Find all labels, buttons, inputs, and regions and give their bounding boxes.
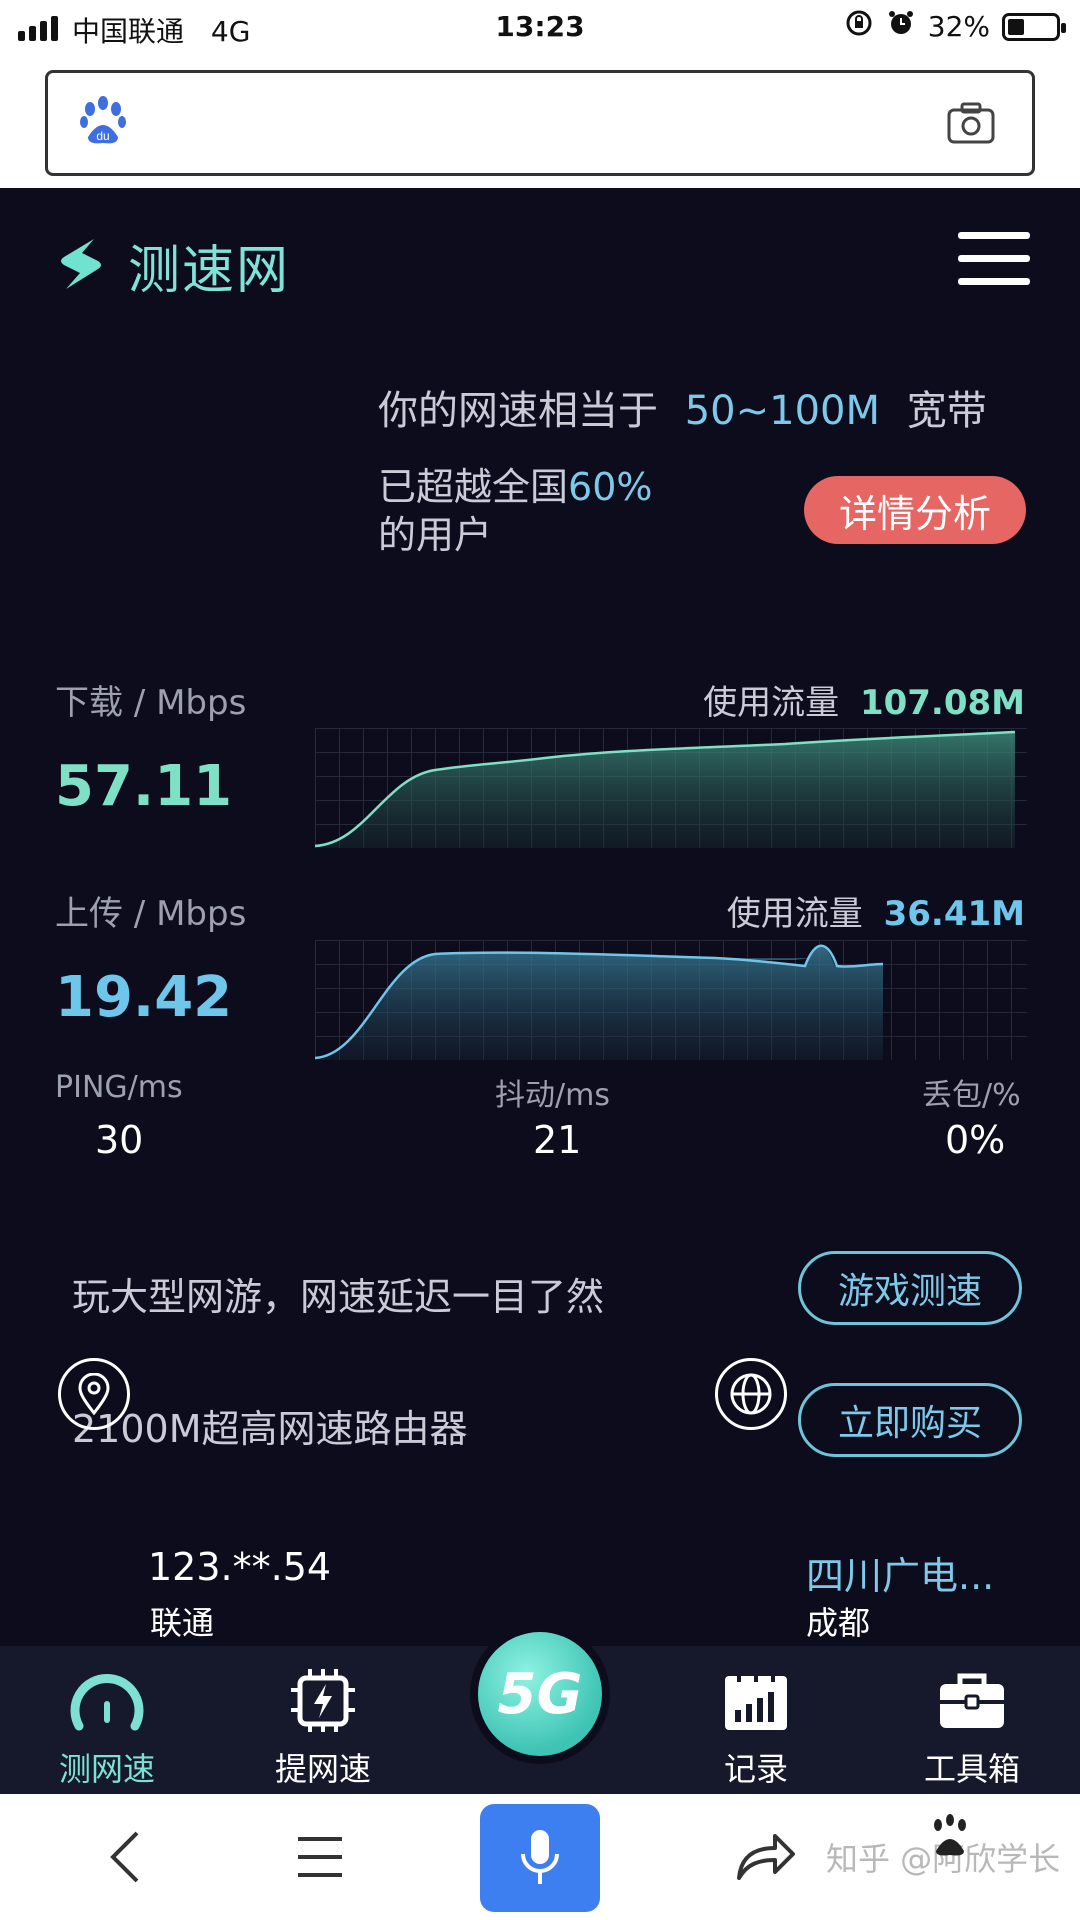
upload-value: 19.42 xyxy=(55,965,233,1030)
download-usage-value: 107.08M xyxy=(859,683,1025,723)
tab-speedtest[interactable]: 测网速 xyxy=(37,1666,177,1790)
paw-icon xyxy=(934,1814,966,1856)
beyond-value: 60% xyxy=(568,465,653,509)
microphone-icon xyxy=(521,1830,559,1884)
beyond-suffix: 的用户 xyxy=(378,513,493,557)
share-arrow-icon xyxy=(737,1834,795,1880)
beyond-stats: 已超越全国60% 的用户 xyxy=(378,463,652,559)
provider-name: 四川广电... xyxy=(806,1554,995,1598)
ip-address: 123.**.54 xyxy=(148,1545,332,1589)
calendar-chart-icon xyxy=(725,1670,787,1730)
download-speed-chart xyxy=(315,728,1027,848)
status-right: 32% xyxy=(844,8,1066,45)
globe-icon xyxy=(715,1358,787,1430)
buy-now-button[interactable]: 立即购买 xyxy=(798,1383,1022,1457)
baidu-paw-icon[interactable]: du xyxy=(78,95,128,151)
voice-search-button[interactable] xyxy=(480,1804,600,1912)
toolbox-icon xyxy=(940,1673,1004,1728)
game-speedtest-button[interactable]: 游戏测速 xyxy=(798,1251,1022,1325)
router-promo-text: 2100M超高网速路由器 xyxy=(72,1407,468,1451)
search-bar[interactable]: du xyxy=(45,70,1035,176)
provider-city: 成都 xyxy=(806,1604,871,1642)
speedtest-page: 测速网 你的网速相当于 50~100M 宽带 已超越全国60% 的用户 详情分析… xyxy=(0,188,1080,1648)
chip-bolt-icon xyxy=(291,1669,355,1732)
tab-label: 记录 xyxy=(723,1750,788,1788)
camera-icon[interactable] xyxy=(946,101,996,149)
menu-button[interactable] xyxy=(290,1794,350,1920)
ip-isp: 联通 xyxy=(150,1604,215,1642)
jitter-label: 抖动/ms xyxy=(495,1078,610,1113)
loss-label: 丢包/% xyxy=(922,1078,1021,1113)
tab-records[interactable]: 记录 xyxy=(686,1666,826,1790)
speedometer-icon xyxy=(70,1674,144,1731)
speed-equivalent: 你的网速相当于 50~100M 宽带 xyxy=(378,378,987,436)
back-button[interactable] xyxy=(90,1794,160,1920)
equivalent-suffix: 宽带 xyxy=(906,388,987,434)
site-logo[interactable]: 测速网 xyxy=(50,228,290,303)
status-bar: 中国联通 4G 13:23 32% xyxy=(0,0,1080,56)
ip-info xyxy=(58,1358,130,1430)
battery-percent: 32% xyxy=(927,10,990,43)
game-promo-text: 玩大型网游，网速延迟一目了然 xyxy=(72,1275,605,1319)
chevron-left-icon xyxy=(110,1831,139,1883)
equivalent-prefix: 你的网速相当于 xyxy=(378,388,658,434)
ping-label: PING/ms xyxy=(55,1070,183,1105)
upload-speed-chart xyxy=(315,940,1027,1060)
location-pin-icon xyxy=(58,1358,130,1430)
battery-icon xyxy=(1002,12,1066,41)
download-usage-label: 使用流量 xyxy=(703,683,840,723)
download-usage: 使用流量 107.08M xyxy=(703,675,1025,724)
speedtest-logo-icon xyxy=(50,233,112,299)
upload-usage-value: 36.41M xyxy=(883,894,1025,934)
upload-usage-label: 使用流量 xyxy=(726,894,863,934)
rotation-lock-icon xyxy=(844,8,874,45)
bottom-tab-bar: 测网速 提网速 5G 记录 工具箱 xyxy=(0,1624,1080,1794)
download-label: 下载 / Mbps xyxy=(55,683,247,723)
hamburger-icon xyxy=(298,1837,342,1877)
ping-value: 30 xyxy=(95,1118,144,1162)
5g-icon: 5G xyxy=(478,1632,602,1756)
provider-info xyxy=(715,1358,787,1430)
baidu-home-button[interactable] xyxy=(920,1772,980,1898)
alarm-icon xyxy=(886,8,916,45)
browser-toolbar: 知乎 @阿欣学长 xyxy=(0,1794,1080,1920)
upload-label: 上传 / Mbps xyxy=(55,894,247,934)
jitter-value: 21 xyxy=(533,1118,582,1162)
loss-value: 0% xyxy=(945,1118,1006,1162)
upload-usage: 使用流量 36.41M xyxy=(727,886,1025,935)
equivalent-value: 50~100M xyxy=(684,388,880,434)
tab-label: 测网速 xyxy=(58,1750,155,1788)
share-button[interactable] xyxy=(730,1794,800,1920)
download-value: 57.11 xyxy=(55,754,233,819)
hamburger-menu-icon[interactable] xyxy=(958,232,1030,286)
logo-text: 测速网 xyxy=(128,241,291,301)
tab-boost[interactable]: 提网速 xyxy=(253,1666,393,1790)
detail-analysis-button[interactable]: 详情分析 xyxy=(804,476,1026,544)
tab-5g[interactable]: 5G xyxy=(470,1624,610,1764)
svg-text:du: du xyxy=(96,129,109,143)
beyond-prefix: 已超越全国 xyxy=(378,465,569,509)
tab-label: 提网速 xyxy=(274,1750,371,1788)
